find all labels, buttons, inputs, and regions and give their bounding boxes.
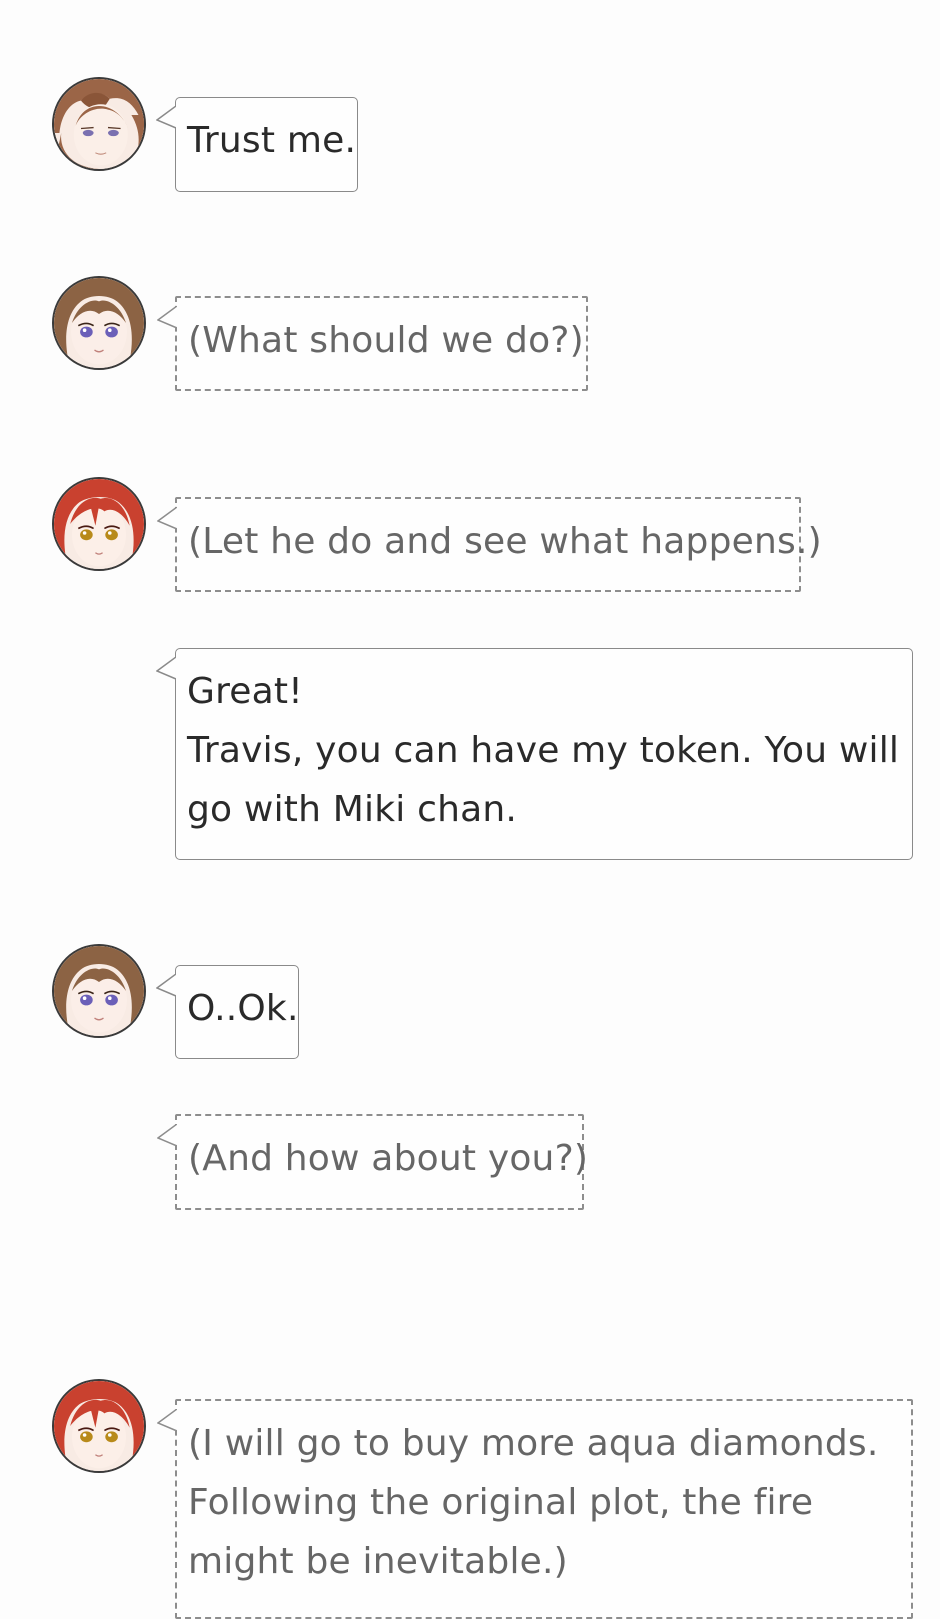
bubble-tail: [156, 974, 176, 998]
speech-bubble: O..Ok.: [156, 965, 299, 1059]
bubble-tail: [157, 306, 177, 330]
thought-bubble: (And how about you?): [157, 1114, 589, 1210]
message-text-line-1: (I will go to buy more aqua diamonds.: [188, 1423, 879, 1464]
bubble-tail: [157, 1124, 177, 1148]
message-text-line-1: Great!: [187, 671, 303, 712]
brown-haired-boy-avatar-icon: [52, 77, 146, 171]
brown-haired-girl-avatar-icon: [52, 944, 146, 1038]
message-text-line-3: might be inevitable.): [188, 1541, 568, 1582]
thought-bubble: (Let he do and see what happens.): [157, 497, 822, 592]
red-haired-girl-avatar-icon: [52, 477, 146, 571]
thought-bubble: (I will go to buy more aqua diamonds. Fo…: [157, 1399, 913, 1619]
message-text-line-3: go with Miki chan.: [187, 789, 518, 830]
bubble-tail: [157, 1409, 177, 1433]
speech-bubble: Great! Travis, you can have my token. Yo…: [156, 648, 913, 860]
bubble-tail: [156, 657, 176, 681]
red-haired-girl-avatar-icon: [52, 1379, 146, 1473]
message-text: O..Ok.: [187, 988, 299, 1029]
thought-bubble: (What should we do?): [157, 296, 588, 391]
message-text: Trust me.: [187, 120, 357, 161]
message-text: (And how about you?): [188, 1138, 589, 1179]
message-text: (What should we do?): [188, 320, 584, 361]
brown-haired-girl-avatar-icon: [52, 276, 146, 370]
speech-bubble: Trust me.: [156, 97, 358, 192]
bubble-tail: [157, 507, 177, 531]
bubble-tail: [156, 106, 176, 130]
message-text-line-2: Following the original plot, the fire: [188, 1482, 814, 1523]
message-text-line-2: Travis, you can have my token. You will: [187, 730, 900, 771]
message-text: (Let he do and see what happens.): [188, 521, 822, 562]
